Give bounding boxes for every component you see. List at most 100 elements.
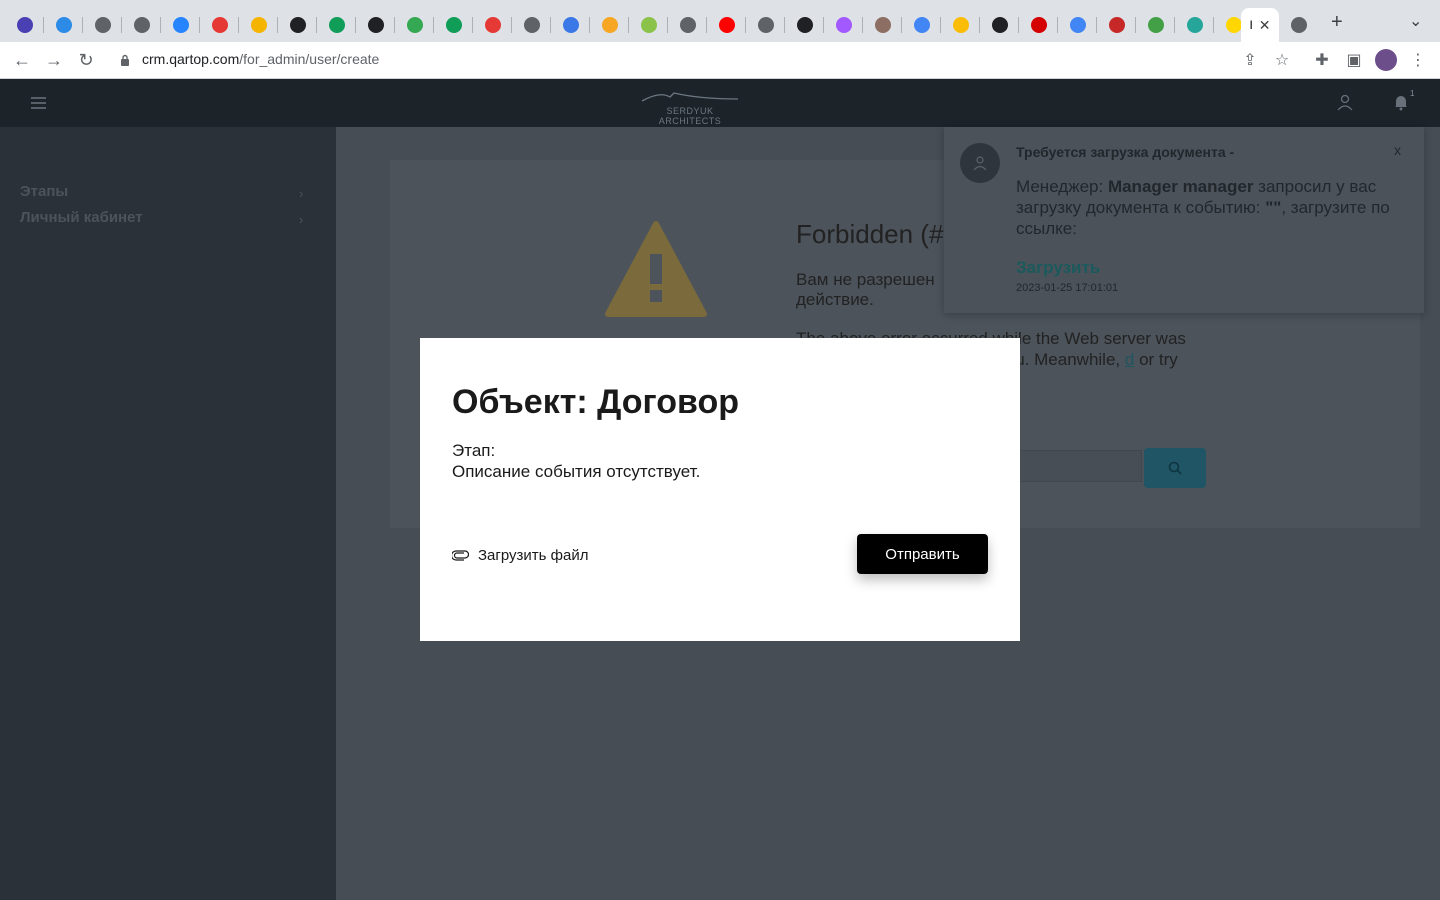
error-message: Вам не разрешен действие.	[796, 270, 935, 309]
browser-tab[interactable]	[825, 8, 863, 42]
tab-favicon-icon	[1031, 17, 1047, 33]
chevron-right-icon: ›	[299, 186, 304, 201]
address-bar[interactable]: crm.qartop.com/for_admin/user/create	[142, 51, 379, 67]
tab-favicon-icon	[992, 17, 1008, 33]
error-search-button[interactable]	[1144, 448, 1206, 488]
notification-count: 1	[1410, 89, 1415, 98]
browser-tab[interactable]	[630, 8, 668, 42]
manager-name: Manager manager	[1107, 177, 1254, 196]
tab-favicon-icon	[329, 17, 345, 33]
browser-tab[interactable]	[747, 8, 785, 42]
app-header: SERDYUK ARCHITECTS	[0, 79, 1440, 127]
notification-toast: Требуется загрузка документа - x Менедже…	[944, 127, 1424, 313]
browser-tab[interactable]	[6, 8, 44, 42]
tab-favicon-icon	[602, 17, 618, 33]
browser-tab[interactable]	[981, 8, 1019, 42]
forward-button[interactable]: →	[43, 49, 65, 71]
active-browser-tab[interactable]: I ✕	[1241, 8, 1279, 42]
browser-tab[interactable]	[279, 8, 317, 42]
tab-favicon-icon	[1291, 17, 1307, 33]
sidebar	[0, 127, 336, 900]
search-icon	[1168, 461, 1182, 475]
browser-tab[interactable]	[1176, 8, 1214, 42]
bell-icon[interactable]	[1392, 93, 1410, 111]
modal-title: Объект: Договор	[452, 383, 740, 421]
tab-favicon-icon	[173, 17, 189, 33]
browser-tab[interactable]	[84, 8, 122, 42]
notification-upload-link[interactable]: Загрузить	[1016, 258, 1100, 278]
sidebar-item-account[interactable]: Личный кабинет	[20, 209, 143, 226]
menu-toggle-icon[interactable]	[31, 97, 46, 109]
browser-tab[interactable]	[162, 8, 200, 42]
upload-file-button[interactable]: Загрузить файл	[452, 545, 588, 565]
error-search-input[interactable]	[1010, 450, 1142, 482]
browser-tab[interactable]	[318, 8, 356, 42]
warning-icon	[605, 221, 707, 317]
close-tab-icon[interactable]: ✕	[1259, 17, 1271, 34]
logo-swoosh-icon	[641, 92, 739, 102]
lock-icon	[121, 54, 129, 66]
brand-logo[interactable]: SERDYUK ARCHITECTS	[640, 89, 740, 126]
browser-tab[interactable]	[1280, 8, 1318, 42]
tab-search-button[interactable]: ⌄	[1409, 12, 1422, 32]
browser-tab[interactable]	[357, 8, 395, 42]
profile-avatar[interactable]	[1375, 49, 1397, 71]
browser-tab[interactable]	[1137, 8, 1175, 42]
browser-tab[interactable]	[396, 8, 434, 42]
tab-favicon-icon	[485, 17, 501, 33]
browser-tab[interactable]	[708, 8, 746, 42]
browser-tab[interactable]	[123, 8, 161, 42]
browser-tab[interactable]	[591, 8, 629, 42]
tab-favicon-icon	[56, 17, 72, 33]
url-host: crm.qartop.com	[142, 51, 240, 67]
url-path: /for_admin/user/create	[239, 51, 380, 67]
browser-tab[interactable]	[864, 8, 902, 42]
share-icon[interactable]: ⇪	[1240, 51, 1260, 71]
tab-favicon-icon	[758, 17, 774, 33]
back-button[interactable]: ←	[11, 49, 33, 71]
browser-tab[interactable]	[786, 8, 824, 42]
extensions-icon[interactable]: ✚	[1312, 51, 1332, 71]
logo-text: SERDYUK ARCHITECTS	[658, 106, 722, 126]
submit-button[interactable]: Отправить	[857, 534, 988, 574]
tab-favicon-icon	[719, 17, 735, 33]
tab-favicon-icon	[17, 17, 33, 33]
tab-favicon-icon	[680, 17, 696, 33]
tab-favicon-icon	[95, 17, 111, 33]
user-icon[interactable]	[1336, 93, 1354, 111]
browser-tab[interactable]	[201, 8, 239, 42]
browser-tab[interactable]	[903, 8, 941, 42]
tab-favicon-icon	[836, 17, 852, 33]
browser-tab[interactable]	[45, 8, 83, 42]
browser-tab[interactable]	[513, 8, 551, 42]
notification-close-button[interactable]: x	[1394, 142, 1401, 158]
bookmark-star-icon[interactable]: ☆	[1272, 51, 1292, 71]
tab-favicon-icon	[368, 17, 384, 33]
browser-tab[interactable]	[1059, 8, 1097, 42]
paperclip-icon	[452, 549, 469, 561]
browser-menu-icon[interactable]: ⋮	[1408, 51, 1428, 71]
browser-tab[interactable]	[552, 8, 590, 42]
active-tab-label: I	[1249, 18, 1253, 32]
error-home-link[interactable]: d	[1125, 350, 1134, 369]
tab-favicon-icon	[1226, 17, 1242, 33]
tab-favicon-icon	[953, 17, 969, 33]
browser-tab[interactable]	[435, 8, 473, 42]
browser-tab[interactable]	[1020, 8, 1058, 42]
notification-title: Требуется загрузка документа -	[1016, 144, 1235, 160]
browser-tab-strip: I ✕	[0, 0, 1440, 42]
reload-button[interactable]: ↻	[75, 49, 97, 71]
new-tab-button[interactable]: +	[1331, 12, 1343, 32]
tab-favicon-icon	[1148, 17, 1164, 33]
browser-tab[interactable]	[942, 8, 980, 42]
browser-tab[interactable]	[474, 8, 512, 42]
browser-tab[interactable]	[240, 8, 278, 42]
sidebar-item-stages[interactable]: Этапы	[20, 183, 68, 200]
side-panel-icon[interactable]: ▣	[1344, 51, 1364, 71]
tab-favicon-icon	[446, 17, 462, 33]
error-title: Forbidden (#	[796, 219, 944, 249]
browser-tab[interactable]	[669, 8, 707, 42]
tab-favicon-icon	[914, 17, 930, 33]
tab-favicon-icon	[875, 17, 891, 33]
browser-tab[interactable]	[1098, 8, 1136, 42]
